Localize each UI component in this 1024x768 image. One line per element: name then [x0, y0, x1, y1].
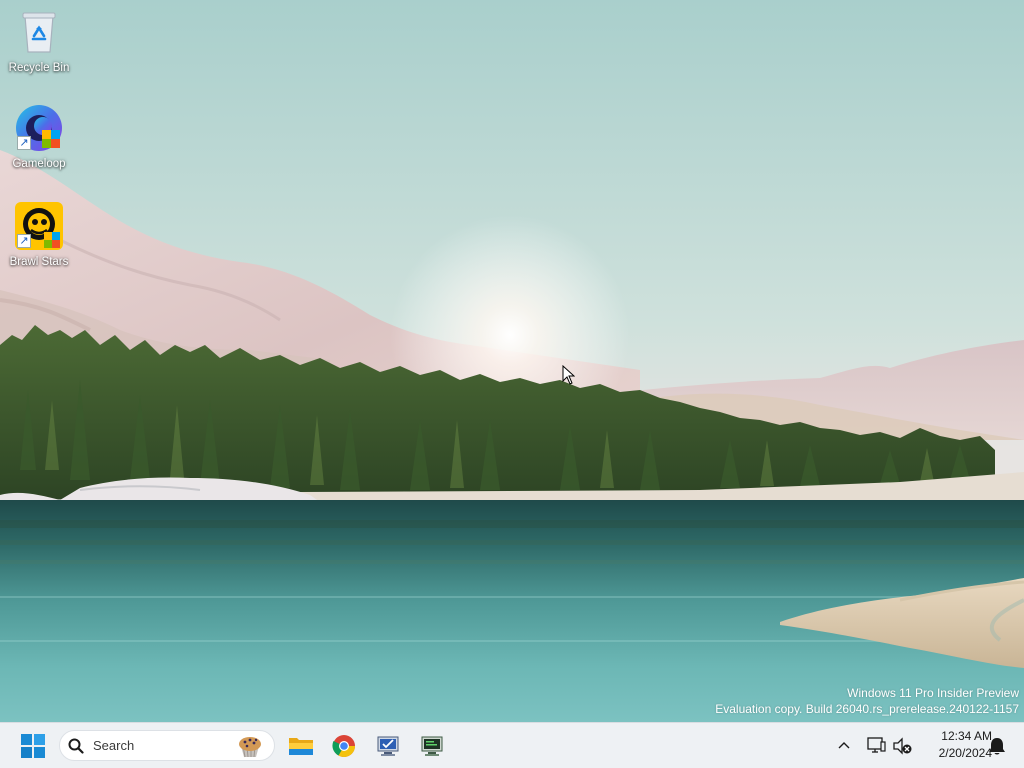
taskbar-app-3[interactable] [369, 727, 407, 765]
taskbar-search-box[interactable]: Search [59, 730, 275, 761]
gameloop-icon: ↗ [15, 104, 63, 152]
search-placeholder: Search [93, 738, 135, 753]
chevron-up-icon [838, 742, 850, 749]
watermark-edition: Windows 11 Pro Insider Preview [847, 686, 1019, 700]
taskbar-app-4[interactable] [413, 727, 451, 765]
folder-icon [289, 738, 313, 755]
notifications-button[interactable] [986, 735, 1008, 757]
network-status-button[interactable] [865, 735, 887, 757]
show-hidden-icons-button[interactable] [834, 735, 854, 755]
desktop-icon-label: Recycle Bin [8, 62, 70, 74]
search-icon [68, 738, 84, 754]
wallpaper-landscape [0, 0, 1024, 722]
desktop-icon-brawl-stars[interactable]: ↗ Brawl Stars [4, 202, 74, 284]
muffin-icon [239, 736, 261, 757]
chrome-icon [332, 735, 355, 757]
desktop-icon-label: Brawl Stars [9, 256, 69, 268]
desktop-wallpaper [0, 0, 1024, 722]
shortcut-arrow-icon: ↗ [17, 136, 31, 150]
taskbar-chrome[interactable] [325, 727, 363, 765]
desktop-icon-label: Gameloop [12, 158, 66, 170]
shortcut-arrow-icon: ↗ [17, 234, 31, 248]
taskbar-clock[interactable]: 12:34 AM 2/20/2024 [918, 728, 992, 762]
network-disconnected-icon [867, 737, 886, 753]
monitor-check-icon [377, 736, 399, 756]
start-button[interactable] [14, 727, 52, 765]
volume-button[interactable] [891, 735, 913, 757]
recycle-bin-icon [15, 8, 63, 56]
clock-time: 12:34 AM [941, 729, 992, 743]
bell-icon [989, 738, 1005, 755]
brawl-stars-icon: ↗ [15, 202, 63, 250]
taskbar: Search 12:34 AM 2/20/2024 [0, 722, 1024, 768]
evaluation-watermark: Windows 11 Pro Insider Preview Evaluatio… [715, 685, 1019, 717]
mouse-pointer-icon [562, 364, 576, 390]
taskbar-file-explorer[interactable] [282, 727, 320, 765]
volume-muted-icon [893, 737, 912, 755]
clock-date: 2/20/2024 [938, 746, 992, 760]
desktop-icon-gameloop[interactable]: ↗ Gameloop [4, 104, 74, 186]
desktop-icon-recycle-bin[interactable]: Recycle Bin [4, 8, 74, 90]
watermark-build: Evaluation copy. Build 26040.rs_prerelea… [715, 702, 1019, 716]
windows-start-icon [21, 734, 45, 758]
terminal-monitor-icon [421, 736, 443, 756]
